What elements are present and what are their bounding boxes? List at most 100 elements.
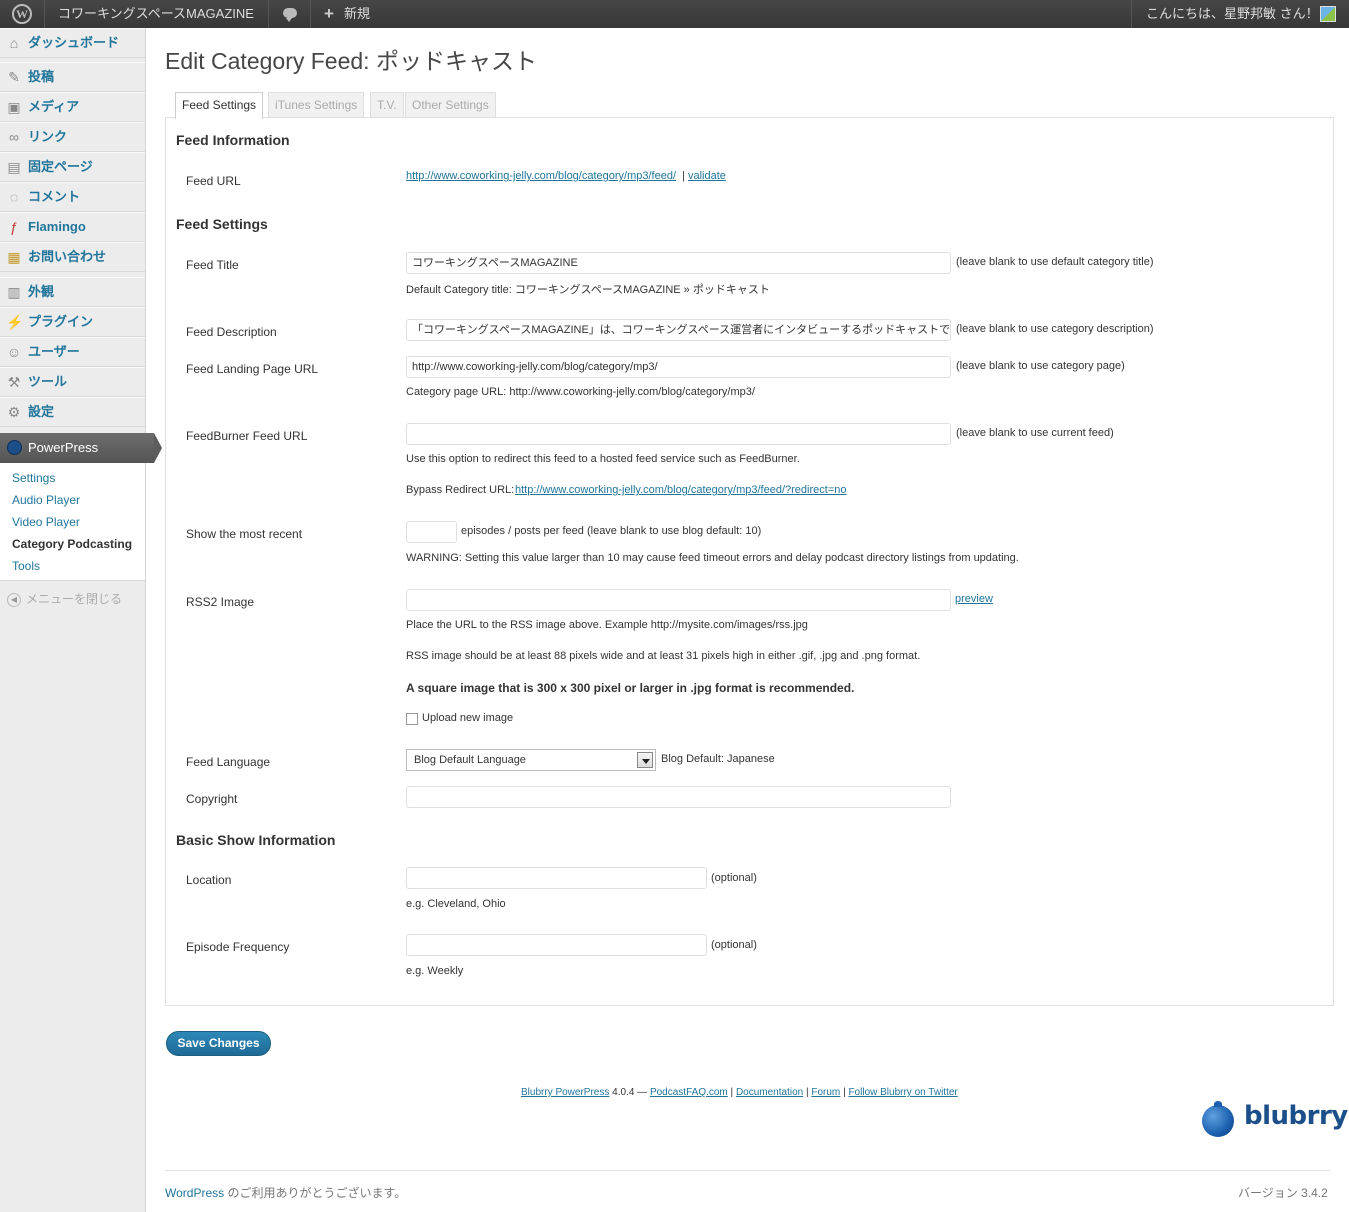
category-page-url-note: Category page URL: http://www.coworking-…: [406, 386, 755, 398]
new-content-link[interactable]: 新規: [344, 0, 370, 28]
forum-link[interactable]: Forum: [811, 1087, 840, 1098]
copyright-label: Copyright: [186, 792, 238, 806]
feed-description-label: Feed Description: [186, 325, 277, 339]
sidebar-item-media[interactable]: ▣ メディア: [0, 92, 145, 122]
footer-divider: [165, 1170, 1330, 1171]
user-greeting[interactable]: こんにちは、星野邦敏 さん！: [1146, 0, 1319, 28]
rss2-image-label: RSS2 Image: [186, 595, 255, 609]
sidebar-item-contact[interactable]: ▦ お問い合わせ: [0, 242, 145, 272]
comment-icon: ◌: [9, 189, 19, 205]
site-name-link[interactable]: コワーキングスペースMAGAZINE: [58, 0, 254, 28]
page-icon: ▤: [7, 159, 21, 175]
feed-language-select[interactable]: Blog Default Language: [406, 749, 656, 771]
avatar[interactable]: [1320, 6, 1336, 22]
feedburner-note: Use this option to redirect this feed to…: [406, 453, 800, 465]
section-heading-feed-information: Feed Information: [176, 132, 290, 148]
save-changes-button[interactable]: Save Changes: [166, 1031, 271, 1056]
most-recent-input[interactable]: [406, 521, 457, 543]
sidebar-item-flamingo[interactable]: ƒ Flamingo: [0, 212, 145, 242]
separator: [44, 0, 45, 28]
footer-thanks-text: のご利用ありがとうございます。: [227, 1186, 407, 1200]
sidebar-item-label: リンク: [28, 129, 68, 144]
wordpress-logo-icon[interactable]: W: [12, 4, 32, 24]
feed-title-input[interactable]: コワーキングスペースMAGAZINE: [406, 252, 951, 274]
sidebar-item-label: 投稿: [28, 69, 55, 84]
sidebar-item-pages[interactable]: ▤ 固定ページ: [0, 152, 145, 182]
landing-page-hint: (leave blank to use category page): [956, 360, 1125, 372]
podcastfaq-link[interactable]: PodcastFAQ.com: [650, 1087, 728, 1098]
blubrry-logo[interactable]: blubrry: [1202, 1101, 1348, 1137]
feed-url-label: Feed URL: [186, 174, 241, 188]
footer-thanks: WordPress のご利用ありがとうございます。: [165, 1184, 406, 1201]
copyright-input[interactable]: [406, 786, 951, 808]
plugin-icon: ⚡: [6, 314, 24, 330]
wordpress-link[interactable]: WordPress: [165, 1186, 224, 1200]
tab-feed-settings[interactable]: Feed Settings: [175, 92, 264, 119]
sidebar-item-users[interactable]: ☺ ユーザー: [0, 337, 145, 367]
location-hint: (optional): [711, 872, 757, 884]
upload-image-checkbox[interactable]: [406, 713, 418, 725]
sidebar-item-powerpress[interactable]: PowerPress: [0, 433, 162, 463]
sidebar-item-tools[interactable]: ⚒ ツール: [0, 367, 145, 397]
powerpress-footer: Blubrry PowerPress 4.0.4 — PodcastFAQ.co…: [521, 1087, 958, 1098]
episode-frequency-hint: (optional): [711, 939, 757, 951]
separator: [268, 0, 269, 28]
users-icon: ☺: [6, 344, 22, 360]
twitter-link[interactable]: Follow Blubrry on Twitter: [848, 1087, 957, 1098]
submenu-video-player[interactable]: Video Player: [12, 515, 80, 529]
sidebar-item-links[interactable]: ∞ リンク: [0, 122, 145, 152]
tab-other-settings[interactable]: Other Settings: [405, 92, 496, 118]
location-label: Location: [186, 873, 232, 887]
bypass-redirect-link[interactable]: http://www.coworking-jelly.com/blog/cate…: [515, 484, 846, 496]
comment-bubble-icon[interactable]: [283, 8, 297, 22]
sidebar-item-label: コメント: [28, 189, 81, 204]
blog-default-language-note: Blog Default: Japanese: [661, 753, 775, 765]
sidebar-item-appearance[interactable]: ▥ 外観: [0, 277, 145, 307]
tab-itunes-settings[interactable]: iTunes Settings: [268, 92, 365, 118]
powerpress-submenu: Settings Audio Player Video Player Categ…: [0, 463, 145, 581]
sidebar-item-label: 外観: [28, 284, 55, 299]
sidebar-item-dashboard[interactable]: ⌂ ダッシュボード: [0, 28, 145, 58]
landing-page-input[interactable]: http://www.coworking-jelly.com/blog/cate…: [406, 356, 951, 378]
preview-link[interactable]: preview: [955, 593, 993, 605]
documentation-link[interactable]: Documentation: [736, 1087, 803, 1098]
appearance-icon: ▥: [7, 284, 21, 300]
sidebar-item-settings[interactable]: ⚙ 設定: [0, 397, 145, 427]
landing-page-label: Feed Landing Page URL: [186, 362, 319, 376]
submenu-tools[interactable]: Tools: [12, 559, 40, 573]
episode-frequency-input[interactable]: [406, 934, 707, 956]
feed-language-label: Feed Language: [186, 755, 271, 769]
submenu-audio-player[interactable]: Audio Player: [12, 493, 80, 507]
collapse-arrow-icon: ◀: [7, 592, 21, 607]
submenu-settings[interactable]: Settings: [12, 471, 55, 485]
episode-frequency-label: Episode Frequency: [186, 940, 290, 954]
admin-bar: W コワーキングスペースMAGAZINE + 新規 こんにちは、星野邦敏 さん！: [0, 0, 1349, 28]
submenu-category-podcasting[interactable]: Category Podcasting: [12, 537, 132, 551]
tab-tv[interactable]: T.V.: [370, 92, 404, 118]
separator: [310, 0, 311, 28]
feed-url-link[interactable]: http://www.coworking-jelly.com/blog/cate…: [406, 170, 676, 182]
sidebar-item-comments[interactable]: ◌ コメント: [0, 182, 145, 212]
plus-icon[interactable]: +: [324, 0, 334, 28]
sidebar-item-plugins[interactable]: ⚡ プラグイン: [0, 307, 145, 337]
rss-image-size-note: RSS image should be at least 88 pixels w…: [406, 650, 921, 662]
sidebar-item-label: 固定ページ: [28, 159, 93, 174]
collapse-menu-button[interactable]: ◀ メニューを閉じる: [7, 590, 122, 607]
location-input[interactable]: [406, 867, 707, 889]
validate-link[interactable]: validate: [688, 170, 726, 182]
feed-title-label: Feed Title: [186, 258, 239, 272]
separator: |: [843, 1087, 846, 1098]
feedburner-input[interactable]: [406, 423, 951, 445]
media-icon: ▣: [7, 99, 21, 115]
pin-icon: ✎: [8, 69, 20, 85]
blubrry-powerpress-link[interactable]: Blubrry PowerPress: [521, 1087, 609, 1098]
bypass-redirect-label: Bypass Redirect URL:: [406, 484, 515, 496]
feed-description-input[interactable]: 「コワーキングスペースMAGAZINE」は、コワーキングスペース運営者にインタビ…: [406, 319, 951, 341]
collapse-label: メニューを閉じる: [26, 592, 123, 606]
rss2-image-input[interactable]: [406, 589, 951, 611]
sidebar-item-label: お問い合わせ: [28, 249, 107, 264]
link-icon: ∞: [9, 129, 19, 145]
section-heading-basic-show: Basic Show Information: [176, 832, 336, 848]
feed-language-selected: Blog Default Language: [414, 754, 526, 766]
sidebar-item-posts[interactable]: ✎ 投稿: [0, 62, 145, 92]
